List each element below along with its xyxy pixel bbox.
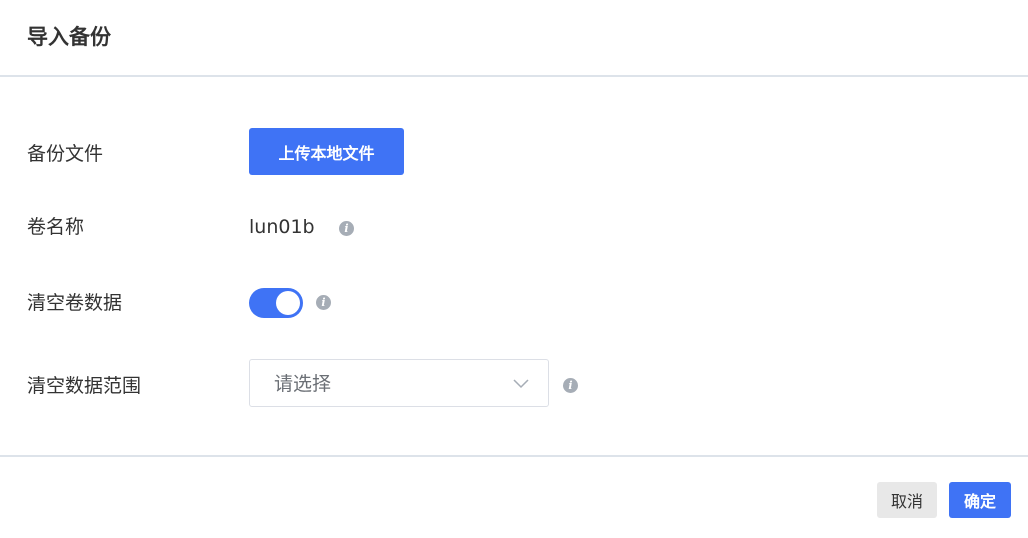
clear-data-range-label: 清空数据范围	[27, 375, 142, 397]
clear-data-range-select[interactable]: 请选择	[249, 359, 549, 407]
info-icon[interactable]: i	[563, 378, 578, 393]
dialog-header: 导入备份	[0, 0, 1028, 77]
dialog-title: 导入备份	[27, 25, 111, 49]
toggle-knob	[276, 291, 300, 315]
import-backup-dialog: 导入备份 备份文件 上传本地文件 卷名称 lun01b i 清空卷数据 i 清空…	[0, 0, 1028, 538]
info-icon[interactable]: i	[316, 295, 331, 310]
backup-file-label: 备份文件	[27, 143, 104, 165]
footer-divider	[0, 455, 1028, 457]
cancel-button[interactable]: 取消	[877, 482, 937, 518]
chevron-down-icon	[513, 379, 529, 389]
clear-volume-data-label: 清空卷数据	[27, 292, 123, 314]
confirm-button[interactable]: 确定	[949, 482, 1011, 518]
clear-volume-data-toggle[interactable]	[249, 288, 303, 318]
volume-name-label: 卷名称	[27, 216, 85, 238]
volume-name-value: lun01b	[249, 216, 315, 238]
select-placeholder: 请选择	[274, 373, 332, 395]
upload-local-file-button[interactable]: 上传本地文件	[249, 128, 404, 175]
info-icon[interactable]: i	[339, 221, 354, 236]
